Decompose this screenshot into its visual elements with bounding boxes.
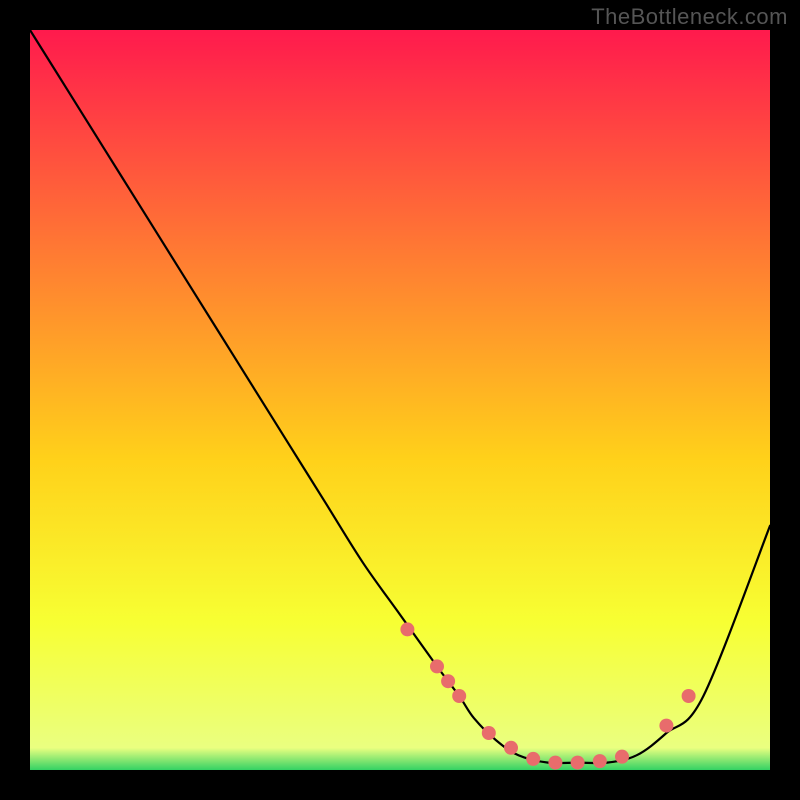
data-marker bbox=[441, 674, 455, 688]
data-marker bbox=[430, 659, 444, 673]
bottleneck-plot bbox=[30, 30, 770, 770]
data-marker bbox=[659, 719, 673, 733]
data-marker bbox=[548, 756, 562, 770]
watermark-label: TheBottleneck.com bbox=[591, 4, 788, 30]
data-marker bbox=[682, 689, 696, 703]
data-marker bbox=[452, 689, 466, 703]
data-marker bbox=[482, 726, 496, 740]
data-marker bbox=[526, 752, 540, 766]
chart-frame: TheBottleneck.com bbox=[0, 0, 800, 800]
plot-background bbox=[30, 30, 770, 770]
data-marker bbox=[615, 750, 629, 764]
data-marker bbox=[593, 754, 607, 768]
data-marker bbox=[571, 756, 585, 770]
data-marker bbox=[504, 741, 518, 755]
data-marker bbox=[400, 622, 414, 636]
